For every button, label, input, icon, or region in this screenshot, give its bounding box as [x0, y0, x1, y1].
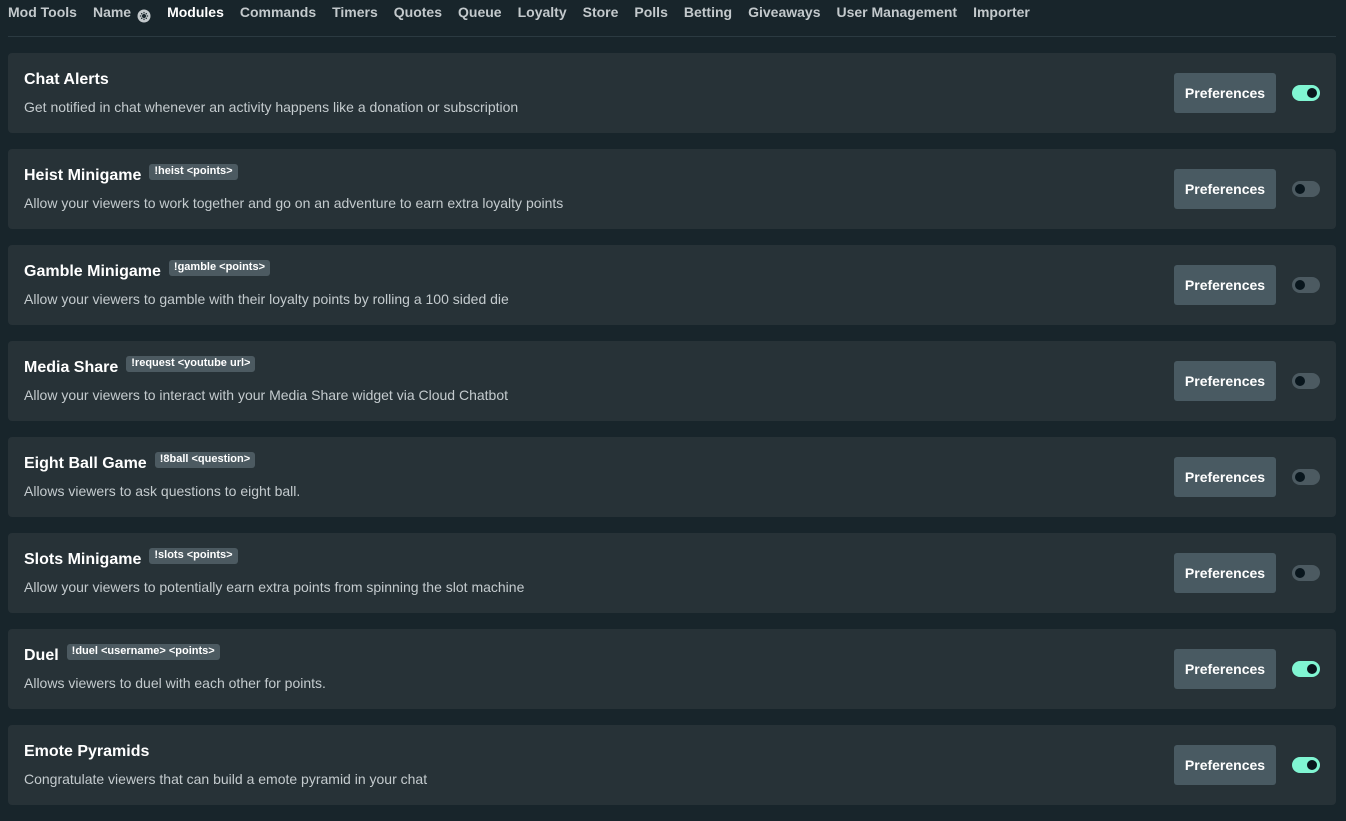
- module-title: Duel: [24, 647, 59, 664]
- tab-label: Modules: [167, 4, 224, 20]
- module-title-row: Gamble Minigame !gamble <points>: [24, 260, 270, 283]
- preferences-button[interactable]: Preferences: [1174, 457, 1276, 497]
- command-badge: !request <youtube url>: [126, 356, 256, 372]
- module-toggle[interactable]: [1292, 181, 1320, 197]
- tab-timers[interactable]: Timers: [332, 0, 378, 36]
- tab-label: Importer: [973, 4, 1030, 20]
- module-toggle[interactable]: [1292, 469, 1320, 485]
- tab-label: User Management: [836, 4, 958, 20]
- module-title-row: Slots Minigame !slots <points>: [24, 548, 238, 571]
- toggle-knob: [1295, 472, 1305, 482]
- module-list: Chat Alerts Get notified in chat wheneve…: [8, 53, 1336, 821]
- tab-label: Betting: [683, 4, 733, 20]
- command-badge: !slots <points>: [149, 548, 238, 564]
- toggle-knob: [1307, 664, 1317, 674]
- module-description: Get notified in chat whenever an activit…: [24, 99, 519, 115]
- module-card-emote-pyramids: Emote Pyramids Congratulate viewers that…: [8, 725, 1336, 805]
- module-card-chat-alerts: Chat Alerts Get notified in chat wheneve…: [8, 53, 1336, 133]
- tab-importer[interactable]: Importer: [973, 0, 1030, 36]
- module-description: Allow your viewers to interact with your…: [24, 387, 509, 403]
- module-title: Emote Pyramids: [24, 743, 150, 760]
- module-title-row: Chat Alerts: [24, 69, 109, 91]
- preferences-button[interactable]: Preferences: [1174, 745, 1276, 785]
- module-title-row: Emote Pyramids: [24, 741, 149, 763]
- toggle-knob: [1295, 568, 1305, 578]
- module-card-heist-minigame: Heist Minigame !heist <points> Allow you…: [8, 149, 1336, 229]
- toggle-knob: [1295, 280, 1305, 290]
- tab-loyalty[interactable]: Loyalty: [518, 0, 567, 36]
- tab-label: Commands: [239, 4, 317, 20]
- command-badge: !gamble <points>: [168, 260, 270, 276]
- module-card-media-share: Media Share !request <youtube url> Allow…: [8, 341, 1336, 421]
- module-title: Chat Alerts: [24, 71, 109, 88]
- preferences-button[interactable]: Preferences: [1174, 73, 1276, 113]
- module-title-row: Heist Minigame !heist <points>: [24, 164, 238, 187]
- tab-label: Mod Tools: [8, 4, 77, 20]
- tab-quotes[interactable]: Quotes: [394, 0, 442, 36]
- tab-polls[interactable]: Polls: [634, 0, 667, 36]
- tab-store[interactable]: Store: [583, 0, 619, 36]
- tab-label: Polls: [634, 4, 668, 20]
- tab-name[interactable]: Name: [93, 0, 151, 36]
- module-description: Allow your viewers to gamble with their …: [24, 291, 509, 307]
- module-title-row: Eight Ball Game !8ball <question>: [24, 452, 256, 475]
- toggle-knob: [1295, 184, 1305, 194]
- module-title-row: Media Share !request <youtube url>: [24, 356, 256, 379]
- nav-tabs: Mod Tools Name Modules Commands Timers Q…: [8, 0, 1046, 37]
- tab-label: Name: [92, 4, 132, 20]
- module-toggle[interactable]: [1292, 277, 1320, 293]
- module-title: Heist Minigame: [24, 167, 142, 184]
- tab-label: Giveaways: [748, 4, 821, 20]
- module-title: Eight Ball Game: [24, 455, 147, 472]
- toggle-knob: [1295, 376, 1305, 386]
- module-description: Allow your viewers to potentially earn e…: [24, 579, 525, 595]
- module-card-eight-ball-game: Eight Ball Game !8ball <question> Allows…: [8, 437, 1336, 517]
- module-card-slots-minigame: Slots Minigame !slots <points> Allow you…: [8, 533, 1336, 613]
- module-title-row: Duel !duel <username> <points>: [24, 644, 220, 667]
- tab-label: Quotes: [393, 4, 443, 20]
- gear-icon: [137, 6, 151, 23]
- tab-queue[interactable]: Queue: [458, 0, 502, 36]
- preferences-button[interactable]: Preferences: [1174, 169, 1276, 209]
- preferences-button[interactable]: Preferences: [1174, 553, 1276, 593]
- module-description: Allow your viewers to work together and …: [24, 195, 564, 211]
- tab-label: Timers: [332, 4, 378, 20]
- module-toggle[interactable]: [1292, 565, 1320, 581]
- module-description: Congratulate viewers that can build a em…: [24, 771, 428, 787]
- module-card-duel: Duel !duel <username> <points> Allows vi…: [8, 629, 1336, 709]
- preferences-button[interactable]: Preferences: [1174, 649, 1276, 689]
- tab-label: Queue: [458, 4, 502, 20]
- command-badge: !duel <username> <points>: [66, 644, 220, 660]
- preferences-button[interactable]: Preferences: [1174, 265, 1276, 305]
- module-toggle[interactable]: [1292, 373, 1320, 389]
- tab-mod-tools[interactable]: Mod Tools: [8, 0, 77, 36]
- command-badge: !8ball <question>: [154, 452, 256, 468]
- tab-modules[interactable]: Modules: [167, 0, 224, 37]
- tab-giveaways[interactable]: Giveaways: [748, 0, 820, 36]
- module-toggle[interactable]: [1292, 85, 1320, 101]
- module-toggle[interactable]: [1292, 757, 1320, 773]
- nav-divider: [8, 36, 1336, 37]
- module-toggle[interactable]: [1292, 661, 1320, 677]
- tab-user-management[interactable]: User Management: [836, 0, 957, 36]
- tab-label: Store: [582, 4, 619, 20]
- top-nav: Mod Tools Name Modules Commands Timers Q…: [0, 0, 1346, 37]
- module-card-gamble-minigame: Gamble Minigame !gamble <points> Allow y…: [8, 245, 1336, 325]
- module-title: Slots Minigame: [24, 551, 142, 568]
- tab-label: Loyalty: [517, 4, 567, 20]
- toggle-knob: [1307, 88, 1317, 98]
- module-description: Allows viewers to ask questions to eight…: [24, 483, 301, 499]
- module-title: Media Share: [24, 359, 119, 376]
- command-badge: !heist <points>: [149, 164, 238, 180]
- tab-commands[interactable]: Commands: [240, 0, 316, 36]
- tab-betting[interactable]: Betting: [684, 0, 732, 36]
- preferences-button[interactable]: Preferences: [1174, 361, 1276, 401]
- toggle-knob: [1307, 760, 1317, 770]
- module-title: Gamble Minigame: [24, 263, 161, 280]
- module-description: Allows viewers to duel with each other f…: [24, 675, 326, 691]
